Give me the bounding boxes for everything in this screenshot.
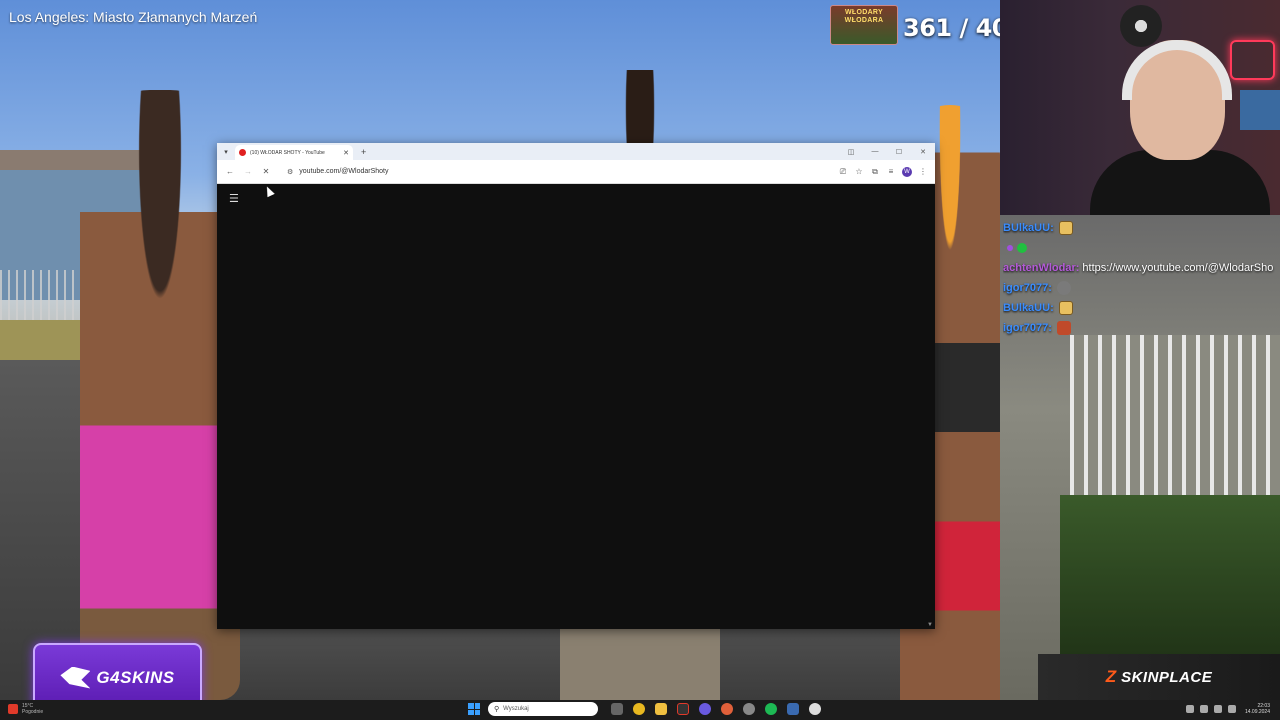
sponsor-name: G4SKINS <box>96 667 175 687</box>
sub-goal-badge: WŁODARY WŁODARA <box>830 5 898 45</box>
discord-icon[interactable] <box>699 703 711 715</box>
extensions-icon[interactable]: ⧉ <box>867 167 883 177</box>
chat-message <box>1003 238 1280 258</box>
webcam-feed <box>1000 0 1280 215</box>
person-left <box>80 90 240 700</box>
weather-desc: Pogodnie <box>22 709 44 715</box>
emote-icon <box>1058 221 1073 235</box>
more-menu-icon[interactable]: ⋮ <box>915 167 931 176</box>
app-icon[interactable] <box>809 703 821 715</box>
chat-username: igor7077: <box>1003 282 1052 294</box>
file-explorer-icon[interactable] <box>655 703 667 715</box>
search-placeholder: Wyszukaj <box>503 706 529 712</box>
tab-youtube[interactable]: (10) WŁODAR SHOTY - YouTube ✕ <box>235 145 353 160</box>
stop-loading-button[interactable]: ✕ <box>257 167 275 176</box>
tab-search-chevron-icon[interactable]: ▾ <box>217 148 235 156</box>
tab-title: (10) WŁODAR SHOTY - YouTube <box>250 149 325 156</box>
app-icon[interactable] <box>677 703 689 715</box>
tray-app-icon[interactable] <box>1199 705 1208 713</box>
close-tab-icon[interactable]: ✕ <box>343 149 349 157</box>
taskbar-search[interactable]: ⚲ Wyszukaj <box>488 702 598 716</box>
system-tray: 22:03 14.09.2024 <box>1183 703 1270 715</box>
chat-message: BUlkaUU: <box>1003 218 1280 238</box>
chat-username: BUlkaUU: <box>1003 222 1054 234</box>
address-bar[interactable]: ⚙ youtube.com/@WlodarShoty <box>281 163 829 180</box>
tab-bar: ▾ (10) WŁODAR SHOTY - YouTube ✕ + ◫ — ☐ … <box>217 143 935 160</box>
vinyl-record-decor <box>1120 5 1162 47</box>
scroll-down-icon[interactable]: ▼ <box>927 622 933 628</box>
chat-message: igor7077: <box>1003 318 1280 338</box>
clock-date: 14.09.2024 <box>1244 709 1270 715</box>
minimize-button[interactable]: — <box>863 148 887 155</box>
weather-widget[interactable]: 15°C Pogodnie <box>8 703 43 715</box>
tray-chevron-icon[interactable] <box>1185 705 1194 713</box>
steam-icon[interactable] <box>787 703 799 715</box>
wolf-logo-icon <box>60 666 91 689</box>
taskbar-apps: ⚲ Wyszukaj <box>468 702 826 716</box>
emote-icon <box>1056 281 1071 295</box>
emote-icon <box>1058 301 1073 315</box>
taskbar: 15°C Pogodnie ⚲ Wyszukaj 22:03 14.09.202… <box>0 700 1280 720</box>
media-controls-icon[interactable]: ≡ <box>883 167 899 176</box>
weather-icon <box>8 704 18 714</box>
monitor-decor <box>1240 90 1280 130</box>
maximize-button[interactable]: ☐ <box>887 148 911 156</box>
checkmark-emote-icon <box>1017 243 1027 253</box>
spotify-icon[interactable] <box>765 703 777 715</box>
chat-overlay: BUlkaUU: achtenWlodar: https://www.youtu… <box>1003 218 1280 338</box>
app-icon[interactable] <box>743 703 755 715</box>
network-icon[interactable] <box>1213 705 1222 713</box>
skinplace-logo-icon: Z <box>1105 667 1117 686</box>
chat-message: achtenWlodar: https://www.youtube.com/@W… <box>1003 258 1280 278</box>
clock[interactable]: 22:03 14.09.2024 <box>1245 703 1270 715</box>
hamburger-icon[interactable]: ☰ <box>229 192 239 205</box>
video-title: Los Angeles: Miasto Złamanych Marzeń <box>9 9 258 25</box>
windows-start-icon[interactable] <box>468 703 480 715</box>
address-url[interactable]: youtube.com/@WlodarShoty <box>299 168 823 175</box>
browser-toolbar: ← → ✕ ⚙ youtube.com/@WlodarShoty ⎚ ☆ ⧉ ≡… <box>217 160 935 184</box>
chat-username: BUlkaUU: <box>1003 302 1054 314</box>
emote-icon <box>1007 245 1013 251</box>
window-controls: ◫ — ☐ ✕ <box>839 143 935 160</box>
chat-username: achtenWlodar: <box>1003 262 1080 274</box>
close-window-button[interactable]: ✕ <box>911 148 935 156</box>
emote-icon <box>1056 321 1071 335</box>
volume-icon[interactable] <box>1227 705 1236 713</box>
back-button[interactable]: ← <box>221 167 239 176</box>
bookmark-star-icon[interactable]: ☆ <box>851 167 867 176</box>
page-content: ☰ ▼ <box>217 184 935 629</box>
neon-sign-decor <box>1230 40 1275 80</box>
browser-app-icon[interactable] <box>721 703 733 715</box>
forward-button[interactable]: → <box>239 167 257 176</box>
sub-goal-badge-text: WŁODARY WŁODARA <box>844 9 884 24</box>
task-view-icon[interactable] <box>611 703 623 715</box>
tab-strip-icon[interactable]: ◫ <box>839 148 863 156</box>
site-info-icon[interactable]: ⚙ <box>287 168 293 176</box>
headphones <box>1122 40 1232 100</box>
new-tab-button[interactable]: + <box>361 147 366 157</box>
chat-message: BUlkaUU: <box>1003 298 1280 318</box>
chat-text: https://www.youtube.com/@WlodarSho <box>1082 262 1274 274</box>
youtube-icon <box>239 149 246 156</box>
profile-avatar[interactable]: W <box>902 166 912 177</box>
chat-username: igor7077: <box>1003 322 1052 334</box>
sponsor-banner-right: Z SKINPLACE <box>1038 654 1280 700</box>
browser-window: ▾ (10) WŁODAR SHOTY - YouTube ✕ + ◫ — ☐ … <box>217 143 935 629</box>
install-app-icon[interactable]: ⎚ <box>835 167 851 177</box>
chat-message: igor7077: <box>1003 278 1280 298</box>
sponsor-name: SKINPLACE <box>1121 668 1213 686</box>
search-icon: ⚲ <box>494 706 500 713</box>
chrome-icon[interactable] <box>633 703 645 715</box>
toolbar-actions: ⎚ ☆ ⧉ ≡ W ⋮ <box>835 166 931 177</box>
